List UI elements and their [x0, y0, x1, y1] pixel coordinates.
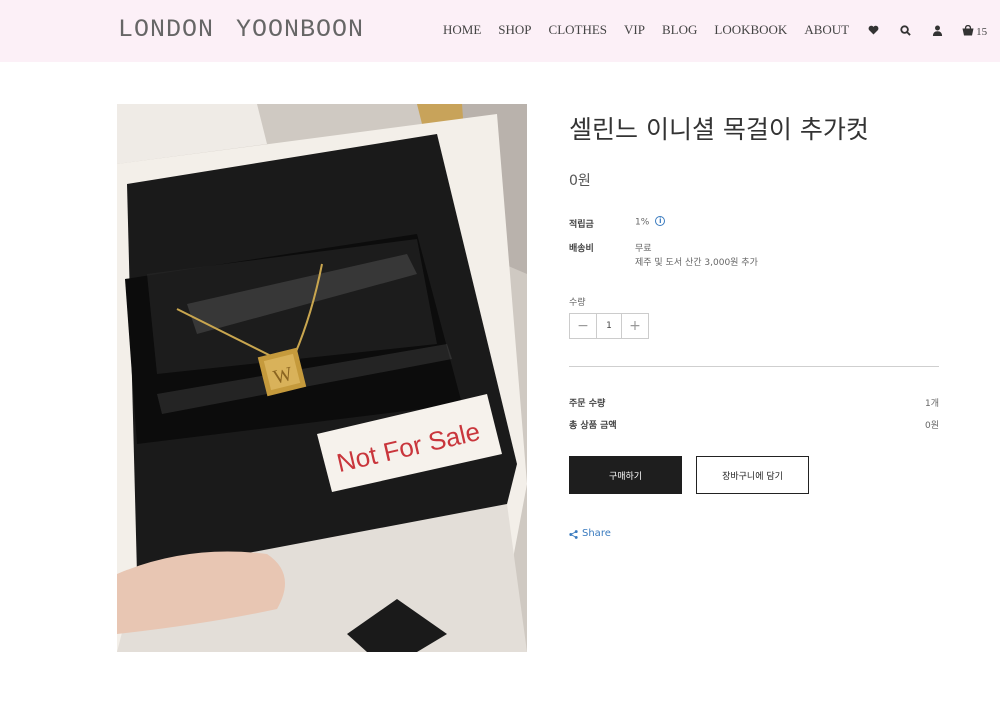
points-value: 1% — [635, 217, 650, 228]
share-link[interactable]: Share — [569, 524, 611, 543]
quantity-label: 수량 — [569, 298, 586, 308]
points-value-wrap: 1% i — [635, 216, 666, 228]
nav-vip[interactable]: VIP — [624, 22, 645, 38]
user-icon[interactable] — [930, 23, 944, 37]
points-label: 적립금 — [569, 220, 594, 230]
shipping-label: 배송비 — [569, 244, 594, 254]
heart-icon[interactable] — [866, 23, 880, 37]
share-label: Share — [582, 528, 611, 539]
shipping-note: 제주 및 도서 산간 3,000원 추가 — [635, 258, 758, 268]
divider — [569, 366, 939, 367]
total-price-value: 0원 — [924, 421, 939, 431]
buy-now-button[interactable]: 구매하기 — [569, 456, 682, 494]
order-quantity-label: 주문 수량 — [569, 399, 606, 409]
nav-shop[interactable]: SHOP — [498, 22, 531, 38]
quantity-input[interactable]: 1 — [596, 314, 622, 338]
nav-home[interactable]: HOME — [443, 22, 481, 38]
product-image: W Not For Sale — [117, 104, 527, 652]
cart-count-badge: 15 — [976, 26, 988, 38]
share-icon — [569, 524, 578, 543]
cart-icon — [962, 21, 974, 40]
nav-clothes[interactable]: CLOTHES — [549, 22, 608, 38]
cart-button[interactable]: 15 — [962, 21, 987, 40]
nav-blog[interactable]: BLOG — [662, 22, 697, 38]
site-logo[interactable]: LONDON YOONBOON — [118, 15, 364, 44]
main-nav: HOME SHOP CLOTHES VIP BLOG LOOKBOOK ABOU… — [443, 21, 987, 39]
nav-lookbook[interactable]: LOOKBOOK — [714, 22, 787, 38]
quantity-decrease-button[interactable]: − — [570, 314, 596, 338]
nav-about[interactable]: ABOUT — [804, 22, 849, 38]
total-price-label: 총 상품 금액 — [569, 421, 617, 431]
product-title: 셀린느 이니셜 목걸이 추가컷 — [569, 115, 869, 144]
quantity-increase-button[interactable]: + — [622, 314, 648, 338]
add-to-cart-button[interactable]: 장바구니에 담기 — [696, 456, 809, 494]
order-quantity-value: 1개 — [924, 399, 939, 409]
product-price: 0원 — [569, 173, 591, 189]
site-header: LONDON YOONBOON HOME SHOP CLOTHES VIP BL… — [0, 0, 1000, 62]
info-icon[interactable]: i — [655, 216, 666, 226]
shipping-value: 무료 — [635, 244, 652, 254]
quantity-stepper: − 1 + — [569, 313, 649, 339]
search-icon[interactable] — [898, 23, 912, 37]
